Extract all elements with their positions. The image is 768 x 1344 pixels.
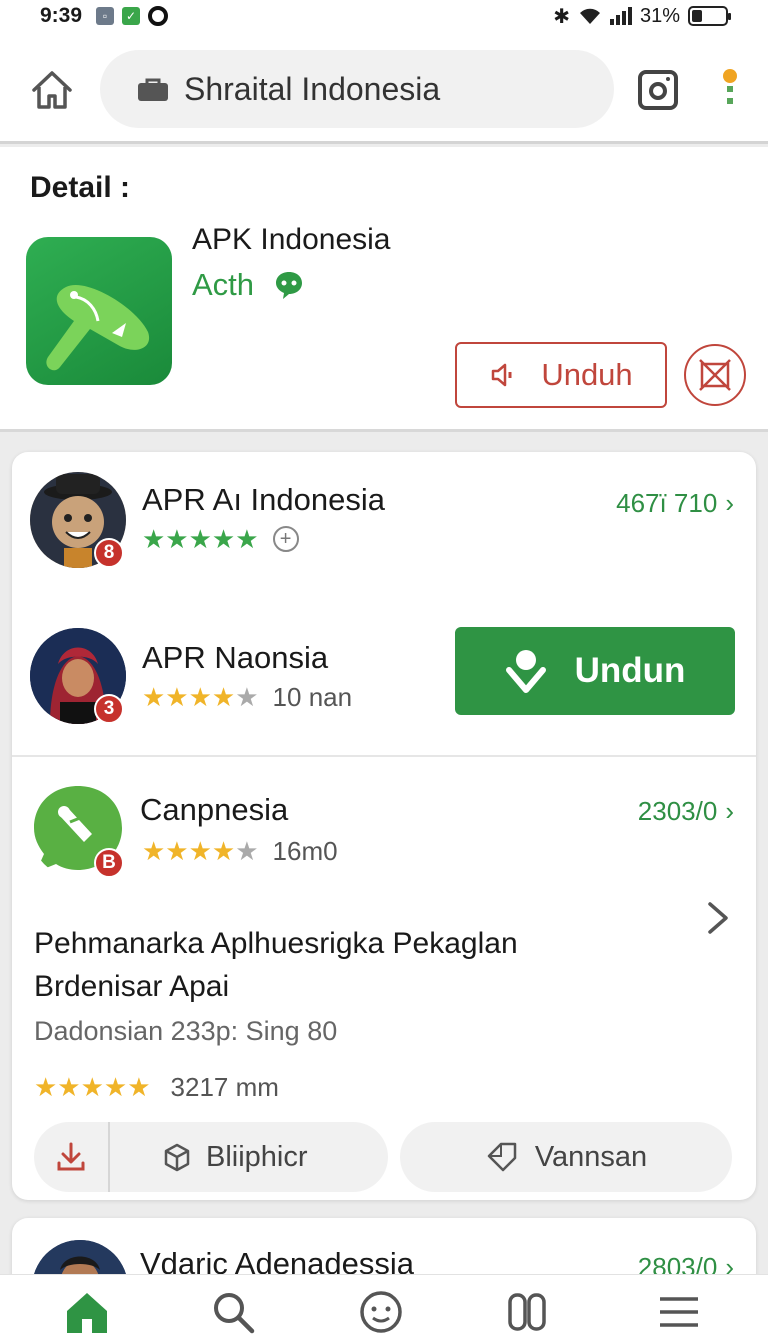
smiley-icon[interactable]	[358, 1289, 404, 1335]
developer-name: Acth	[192, 267, 255, 302]
download-count: 467ї 710	[616, 488, 718, 518]
download-icon	[57, 1142, 85, 1171]
rating-meta: 16m0	[272, 836, 338, 866]
circle-logo-icon	[148, 6, 169, 26]
download-icon-button[interactable]	[34, 1122, 110, 1192]
menu-dot-icon[interactable]	[720, 68, 740, 112]
chevron-right-icon[interactable]	[706, 900, 730, 936]
download-label: Unduh	[541, 357, 633, 392]
rank-badge: B	[94, 848, 124, 878]
rating-meta: 3217 mm	[170, 1072, 279, 1102]
item-title[interactable]: APR Aı Indonesia	[142, 482, 385, 518]
tag-icon	[487, 1142, 517, 1172]
rank-badge: 8	[94, 538, 124, 568]
divider	[12, 755, 756, 757]
download-icon	[505, 650, 546, 693]
add-circle-icon[interactable]: +	[272, 526, 299, 552]
speaker-icon	[492, 363, 512, 387]
block-icon	[699, 359, 731, 391]
download-count: 2303/0	[637, 796, 718, 826]
book-icon[interactable]	[504, 1289, 550, 1335]
download-button[interactable]: Undun	[455, 627, 735, 715]
status-bar: 9:39 ▫ ✓ ✱ 31%	[0, 0, 768, 32]
camera-icon[interactable]	[636, 68, 680, 112]
box-icon	[164, 1143, 190, 1172]
rating-meta: 10 nan	[272, 682, 353, 712]
chat-bubble-icon	[276, 272, 303, 299]
primary-action-label: Bliiphicr	[206, 1140, 308, 1173]
secondary-action-pill[interactable]: Vannsan	[400, 1122, 732, 1192]
app-notification-icon: ✓	[122, 7, 141, 25]
developer-row[interactable]: Acth	[192, 267, 304, 303]
primary-action[interactable]: Bliiphicr	[110, 1140, 308, 1174]
bluetooth-icon: ✱	[553, 5, 570, 28]
app-detail-panel: Detail : APK Indonesia Acth Unduh	[0, 147, 768, 432]
primary-action-pill[interactable]: Bliiphicr	[34, 1122, 388, 1192]
chevron-right-icon: ›	[725, 488, 734, 518]
search-icon[interactable]	[210, 1289, 256, 1335]
notification-box-icon: ▫	[96, 7, 115, 25]
status-time: 9:39	[40, 4, 83, 27]
app-name: APK Indonesia	[192, 223, 391, 256]
download-count-link[interactable]: 2303/0 ›	[638, 796, 734, 827]
home-icon[interactable]	[28, 66, 76, 114]
download-outline-button[interactable]: Unduh	[455, 342, 667, 408]
wifi-icon	[579, 8, 600, 24]
browser-toolbar: Shraital Indonesia	[0, 32, 768, 144]
signal-icon	[609, 7, 632, 25]
secondary-action-label: Vannsan	[534, 1140, 648, 1173]
rank-badge: 3	[94, 694, 124, 724]
url-text: Shraital Indonesia	[184, 70, 441, 107]
rating-stars: ★★★★★ +	[142, 526, 299, 552]
battery-icon	[688, 6, 731, 26]
item-title[interactable]: APR Naonsia	[142, 640, 328, 676]
rating-stars: ★★★★★ 16m0	[142, 836, 338, 866]
address-bar[interactable]: Shraital Indonesia	[100, 50, 614, 128]
item-title[interactable]: Canpnesia	[140, 792, 288, 828]
description-subtitle: Dadonsian 233p: Sing 80	[34, 1016, 338, 1046]
detail-heading: Detail :	[30, 171, 131, 204]
app-list-card: 8 APR Aı Indonesia ★★★★★ + 467ї 710 › 3 …	[12, 452, 756, 1200]
description-title: Pehmanarka Aplhuesrigka Pekaglan Brdenis…	[34, 927, 518, 1003]
rating-stars: ★★★★★ 10 nan	[142, 682, 353, 712]
bottom-navigation	[0, 1274, 768, 1344]
action-row: Bliiphicr Vannsan	[34, 1122, 734, 1192]
rating-stars: ★★★★★ 3217 mm	[34, 1072, 279, 1102]
download-count-link[interactable]: 467ї 710 ›	[616, 488, 734, 519]
lock-icon	[138, 78, 168, 101]
app-logo-icon	[26, 237, 172, 385]
menu-icon[interactable]	[656, 1289, 702, 1335]
download-button-label: Undun	[574, 651, 686, 690]
block-button[interactable]	[684, 344, 746, 406]
chevron-right-icon: ›	[725, 796, 734, 826]
home-icon[interactable]	[64, 1289, 110, 1335]
battery-percent: 31%	[639, 4, 680, 27]
